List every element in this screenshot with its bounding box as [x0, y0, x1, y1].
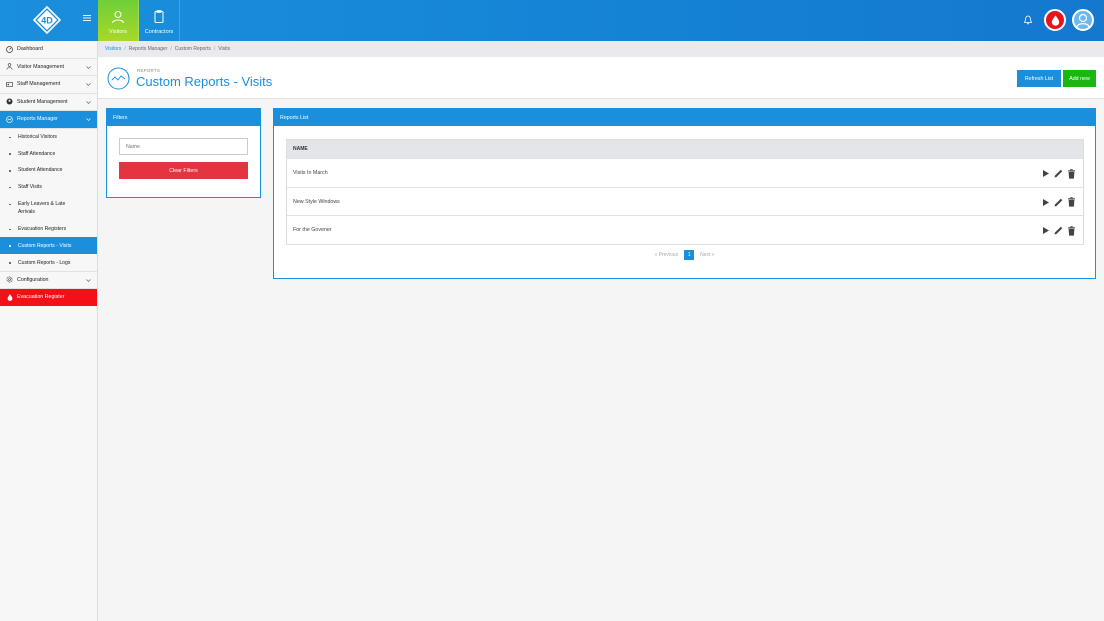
chevron-down-icon: [86, 65, 91, 70]
report-name: Visits In March: [293, 169, 328, 176]
pagination-previous[interactable]: « Previous: [654, 252, 678, 258]
clear-filters-button[interactable]: Clear Filters: [119, 162, 248, 179]
tab-contractors-label: Contractors: [144, 29, 174, 35]
pagination: « Previous 1 Next »: [274, 250, 1095, 260]
play-icon[interactable]: [1041, 198, 1050, 207]
menu-toggle-icon[interactable]: [83, 14, 91, 24]
breadcrumb-link-visitors[interactable]: Visitors: [105, 46, 121, 52]
sidebar-item-label: Reports Manager: [17, 116, 58, 123]
sidebar-item-staff-management[interactable]: Staff Management: [0, 76, 97, 94]
reports-list-title: Reports List: [274, 109, 1095, 126]
sidebar-subitem-custom-reports-logs[interactable]: Custom Reports - Logs: [0, 254, 97, 271]
reports-list-panel: Reports List NAME Visits In March New St…: [273, 108, 1096, 279]
person-icon: [112, 11, 124, 24]
top-navbar: 4D Visitors Contractors: [0, 0, 1104, 41]
sidebar-subitem-label: Staff Attendance: [18, 150, 56, 157]
breadcrumb-item: Reports Manager: [128, 46, 168, 52]
filters-panel: Filters Clear Filters: [106, 108, 261, 198]
play-icon[interactable]: [1041, 226, 1050, 235]
sidebar-item-label: Visitor Management: [17, 63, 65, 70]
column-header-name[interactable]: NAME: [287, 140, 1083, 158]
sidebar-item-configuration[interactable]: Configuration: [0, 271, 97, 289]
chevron-down-icon: [86, 100, 91, 105]
sidebar-subitem-label: Custom Reports - Visits: [18, 242, 72, 249]
drop-icon: [1051, 15, 1059, 26]
sidebar-subitem-staff-visits[interactable]: Staff Visits: [0, 179, 97, 196]
evacuation-alert-button[interactable]: [1044, 9, 1066, 31]
sidebar-subitem-historical-visitors[interactable]: Historical Visitors: [0, 129, 97, 146]
sidebar-subitem-evacuation-registers[interactable]: Evacuation Registers: [0, 221, 97, 238]
trash-icon[interactable]: [1067, 168, 1076, 179]
sidebar-item-reports-manager[interactable]: Reports Manager: [0, 111, 97, 129]
tab-contractors[interactable]: Contractors: [139, 0, 180, 41]
report-name: For the Govener: [293, 227, 332, 234]
gear-icon: [6, 276, 13, 283]
table-row: New Style Windows: [287, 186, 1083, 216]
sidebar-item-label: Evacuation Register: [17, 294, 65, 301]
tab-visitors-label: Visitors: [109, 29, 127, 35]
trash-icon[interactable]: [1067, 226, 1076, 236]
play-icon[interactable]: [1041, 169, 1050, 178]
sidebar-item-label: Student Management: [17, 98, 68, 105]
table-row: Visits In March: [287, 158, 1083, 187]
sidebar-item-evacuation-register[interactable]: Evacuation Register: [0, 288, 97, 307]
pagination-page-1[interactable]: 1: [684, 250, 695, 260]
sidebar-item-visitor-management[interactable]: Visitor Management: [0, 59, 97, 76]
breadcrumb-item: Custom Reports: [174, 46, 211, 52]
sidebar-subitem-label: Evacuation Registers: [18, 226, 67, 233]
logo-text: 4D: [41, 16, 53, 26]
page-title: Custom Reports - Visits: [136, 74, 273, 89]
add-new-button[interactable]: Add new: [1063, 70, 1096, 87]
report-name: New Style Windows: [293, 198, 340, 205]
page-category: REPORTS: [137, 68, 161, 73]
page-header: REPORTS Custom Reports - Visits Refresh …: [98, 57, 1104, 99]
user-icon: [1076, 13, 1090, 28]
student-icon: [6, 98, 13, 105]
sidebar-subitem-label: Custom Reports - Logs: [18, 259, 71, 266]
chevron-down-icon: [86, 117, 91, 122]
sidebar-subitem-label: Student Attendance: [18, 167, 63, 174]
sidebar-subitem-label: Historical Visitors: [18, 133, 57, 140]
chevron-down-icon: [86, 82, 91, 87]
edit-pencil-icon[interactable]: [1053, 225, 1064, 236]
people-icon: [6, 63, 13, 70]
id-card-icon: [6, 81, 13, 88]
sidebar-item-student-management[interactable]: Student Management: [0, 94, 97, 111]
pagination-next[interactable]: Next »: [700, 252, 714, 258]
reports-icon: [6, 115, 13, 123]
sidebar-subitem-custom-reports-visits[interactable]: Custom Reports - Visits: [0, 237, 97, 255]
sidebar-subitem-early-leavers[interactable]: Early Leavers & Late Arrivals: [0, 196, 97, 221]
sidebar: Dashboard Visitor Management Staff Manag…: [0, 41, 98, 621]
sidebar-subitem-student-attendance[interactable]: Student Attendance: [0, 162, 97, 179]
sidebar-item-label: Dashboard: [17, 46, 43, 53]
sidebar-item-label: Configuration: [17, 276, 49, 283]
sidebar-item-dashboard[interactable]: Dashboard: [0, 41, 97, 59]
edit-pencil-icon[interactable]: [1053, 197, 1064, 208]
sidebar-subitem-label: Staff Visits: [18, 184, 42, 191]
user-avatar[interactable]: [1072, 9, 1094, 31]
table-row: For the Govener: [287, 215, 1083, 245]
refresh-list-button[interactable]: Refresh List: [1017, 70, 1061, 87]
sidebar-item-label: Staff Management: [17, 81, 61, 88]
name-filter-input[interactable]: [119, 138, 248, 155]
drop-icon: [6, 294, 13, 301]
notifications-bell-icon[interactable]: [1018, 10, 1038, 30]
breadcrumb-item: Visits: [218, 46, 231, 52]
chevron-down-icon: [86, 278, 91, 283]
sidebar-subitem-staff-attendance[interactable]: Staff Attendance: [0, 145, 97, 162]
tab-visitors[interactable]: Visitors: [98, 0, 139, 41]
edit-pencil-icon[interactable]: [1053, 168, 1064, 179]
sidebar-subitem-label: Early Leavers & Late Arrivals: [18, 201, 66, 216]
filters-panel-title: Filters: [107, 109, 260, 126]
reports-table: NAME Visits In March New Style Windows F…: [286, 139, 1084, 246]
logo[interactable]: 4D: [32, 5, 62, 35]
reports-chart-icon: [107, 67, 130, 90]
breadcrumb: Visitors / Reports Manager / Custom Repo…: [98, 41, 1104, 57]
dashboard-icon: [6, 45, 13, 53]
clipboard-icon: [154, 10, 164, 23]
trash-icon[interactable]: [1067, 197, 1076, 207]
